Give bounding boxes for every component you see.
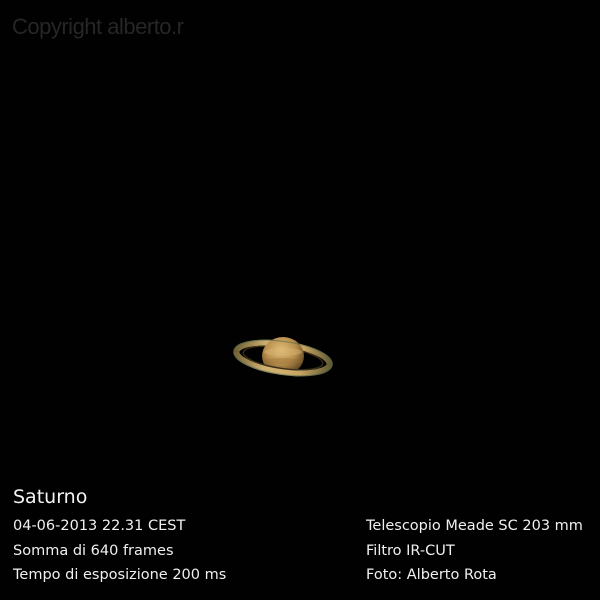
astrophoto-frame: Copyright alberto.r Saturno 04-06-2013 2…: [0, 0, 600, 600]
telescope-info: Telescopio Meade SC 203 mm: [366, 518, 583, 534]
frame-count: Somma di 640 frames: [13, 542, 174, 559]
capture-date: 04-06-2013 22.31 CEST: [13, 518, 186, 534]
saturn-icon: [232, 337, 334, 377]
equipment-details: Telescopio Meade SC 203 mm Filtro IR-CUT…: [366, 514, 583, 588]
copyright-watermark: Copyright alberto.r: [12, 14, 184, 39]
capture-details: 04-06-2013 22.31 CEST Somma di 640 frame…: [13, 514, 226, 588]
exposure-time: Tempo di esposizione 200 ms: [13, 567, 227, 583]
object-title: Saturno: [13, 486, 88, 508]
photo-credit: Foto: Alberto Rota: [366, 567, 497, 583]
filter-info: Filtro IR-CUT: [366, 542, 455, 559]
